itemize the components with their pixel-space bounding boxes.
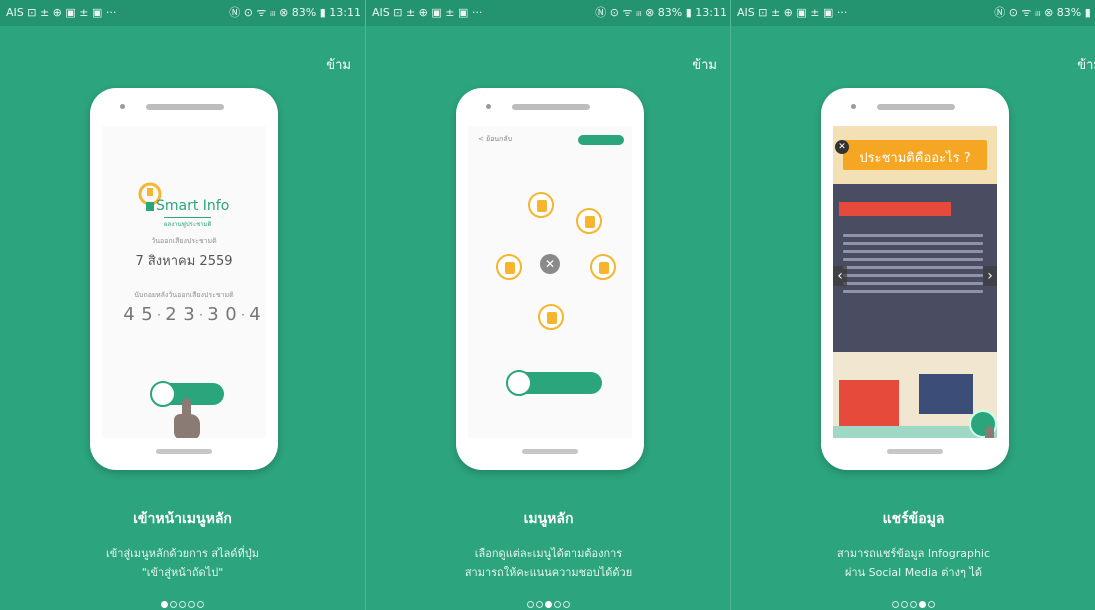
logo-subtitle: ผลงานฟูประชามติ: [164, 217, 212, 229]
panel-caption: เมนูหลัก เลือกดูแต่ละเมนูได้ตามต้องการ ส…: [366, 508, 731, 582]
menu-item-icon[interactable]: [538, 304, 564, 330]
countdown-digit: 4: [264, 304, 266, 326]
countdown-digit: 4: [123, 304, 135, 325]
status-bar: AIS ⊡ ± ⊕ ▣ ± ▣ ··· Ⓝ ⊙ ᯤ ᵢₗₗ ⊗ 83% ▮ 13…: [731, 0, 1095, 26]
panel-caption: แชร์ข้อมูล สามารถแชร์ข้อมูล Infographic …: [731, 508, 1095, 582]
countdown-digits: 4 5 · 2 3 · 3 0 · 4 4: [120, 304, 266, 326]
skip-button[interactable]: ข้าม: [692, 54, 717, 75]
close-icon[interactable]: ✕: [835, 140, 849, 154]
page-dot[interactable]: [563, 601, 570, 608]
referendum-date-label: วันออกเสียงประชามติ: [151, 237, 217, 245]
speaker-grille: [146, 104, 224, 110]
phone-screen: < ย้อนกลับ ✕: [468, 126, 632, 438]
status-right: Ⓝ ⊙ ᯤ ᵢₗₗ ⊗ 83% ▮ 13:11: [595, 6, 727, 19]
panel-title: แชร์ข้อมูล: [882, 511, 945, 527]
phone-screen: Smart Info ผลงานฟูประชามติ วันออกเสียงปร…: [102, 126, 266, 438]
page-dot[interactable]: [554, 601, 561, 608]
page-dot[interactable]: [892, 601, 899, 608]
menu-item-icon[interactable]: [496, 254, 522, 280]
panel-description-line2: ผ่าน Social Media ต่างๆ ได้: [844, 566, 983, 579]
countdown-digit: 3: [207, 304, 219, 325]
countdown-label: นับถอยหลังวันออกเสียงประชามติ: [134, 291, 234, 299]
panel-description-line1: เข้าสู่เมนูหลักด้วยการ สไลด์ที่ปุ่ม: [106, 547, 259, 560]
chevron-right-icon[interactable]: ›: [983, 266, 997, 286]
home-bar: [887, 449, 943, 454]
panel-description-line1: เลือกดูแต่ละเมนูได้ตามต้องการ: [474, 547, 623, 560]
countdown-digit: 0: [225, 304, 237, 325]
chevron-left-icon[interactable]: ‹: [833, 266, 847, 286]
page-dot[interactable]: [161, 601, 168, 608]
status-left: AIS ⊡ ± ⊕ ▣ ± ▣ ···: [372, 6, 483, 19]
countdown-digit: 4: [249, 304, 261, 325]
logo-text: Smart Info: [156, 198, 230, 214]
back-link[interactable]: < ย้อนกลับ: [478, 134, 512, 145]
page-dot[interactable]: [910, 601, 917, 608]
camera-dot: [851, 104, 856, 109]
page-dot[interactable]: [545, 601, 552, 608]
status-left: AIS ⊡ ± ⊕ ▣ ± ▣ ···: [6, 6, 117, 19]
page-indicator: [731, 593, 1095, 610]
close-icon[interactable]: ✕: [540, 254, 560, 274]
menu-item-icon[interactable]: [590, 254, 616, 280]
header-pill-button[interactable]: [578, 135, 624, 145]
speaker-grille: [877, 104, 955, 110]
panel-description-line2: สามารถให้คะแนนความชอบได้ด้วย: [464, 566, 633, 579]
status-right: Ⓝ ⊙ ᯤ ᵢₗₗ ⊗ 83% ▮ 13:11: [229, 6, 361, 19]
home-bar: [522, 449, 578, 454]
page-dot[interactable]: [901, 601, 908, 608]
menu-item-icon[interactable]: [528, 192, 554, 218]
skip-button[interactable]: ข้าม: [1077, 54, 1095, 75]
infographic-ribbon: [839, 202, 951, 216]
page-dot[interactable]: [928, 601, 935, 608]
page-dot[interactable]: [919, 601, 926, 608]
countdown-digit: 2: [165, 304, 177, 325]
hand-pointer-icon: [172, 398, 202, 438]
page-dot[interactable]: [170, 601, 177, 608]
phone-screen: ประชามติคืออะไร ? ✕ ‹ ›: [833, 126, 997, 438]
phone-mockup: Smart Info ผลงานฟูประชามติ วันออกเสียงปร…: [90, 88, 278, 470]
status-bar: AIS ⊡ ± ⊕ ▣ ± ▣ ··· Ⓝ ⊙ ᯤ ᵢₗₗ ⊗ 83% ▮ 13…: [0, 0, 365, 26]
status-right: Ⓝ ⊙ ᯤ ᵢₗₗ ⊗ 83% ▮ 13:11: [994, 6, 1095, 19]
status-bar: AIS ⊡ ± ⊕ ▣ ± ▣ ··· Ⓝ ⊙ ᯤ ᵢₗₗ ⊗ 83% ▮ 13…: [366, 0, 731, 26]
page-indicator: [0, 593, 365, 610]
page-dot[interactable]: [197, 601, 204, 608]
skip-button[interactable]: ข้าม: [326, 54, 351, 75]
referendum-date: 7 สิงหาคม 2559: [135, 254, 233, 269]
phone-mockup: ประชามติคืออะไร ? ✕ ‹ ›: [821, 88, 1009, 470]
hand-pointer-icon: [975, 426, 997, 438]
panel-title: เมนูหลัก: [523, 511, 574, 527]
page-dot[interactable]: [179, 601, 186, 608]
page-dot[interactable]: [536, 601, 543, 608]
infographic-title: ประชามติคืออะไร ?: [859, 151, 971, 166]
panel-title: เข้าหน้าเมนูหลัก: [133, 511, 232, 527]
phone-mockup: < ย้อนกลับ ✕: [456, 88, 644, 470]
panel-description-line2: "เข้าสู่หน้าถัดไป": [141, 566, 224, 579]
page-dot[interactable]: [188, 601, 195, 608]
panel-caption: เข้าหน้าเมนูหลัก เข้าสู่เมนูหลักด้วยการ …: [0, 508, 365, 582]
onboarding-panel-1: AIS ⊡ ± ⊕ ▣ ± ▣ ··· Ⓝ ⊙ ᯤ ᵢₗₗ ⊗ 83% ▮ 13…: [0, 0, 365, 610]
page-dot[interactable]: [527, 601, 534, 608]
menu-item-icon[interactable]: [576, 208, 602, 234]
panel-description-line1: สามารถแชร์ข้อมูล Infographic: [836, 547, 991, 560]
page-indicator: [366, 593, 731, 610]
calendar-icon: [506, 370, 532, 396]
onboarding-panel-3: AIS ⊡ ± ⊕ ▣ ± ▣ ··· Ⓝ ⊙ ᯤ ᵢₗₗ ⊗ 83% ▮ 13…: [730, 0, 1095, 610]
countdown-digit: 3: [183, 304, 195, 325]
camera-dot: [120, 104, 125, 109]
status-left: AIS ⊡ ± ⊕ ▣ ± ▣ ···: [737, 6, 848, 19]
home-bar: [156, 449, 212, 454]
infographic-image: ประชามติคืออะไร ? ✕ ‹ ›: [833, 126, 997, 438]
countdown-digit: 5: [141, 304, 153, 325]
camera-dot: [486, 104, 491, 109]
onboarding-panel-2: AIS ⊡ ± ⊕ ▣ ± ▣ ··· Ⓝ ⊙ ᯤ ᵢₗₗ ⊗ 83% ▮ 13…: [365, 0, 731, 610]
vote-button[interactable]: [506, 370, 602, 396]
speaker-grille: [512, 104, 590, 110]
